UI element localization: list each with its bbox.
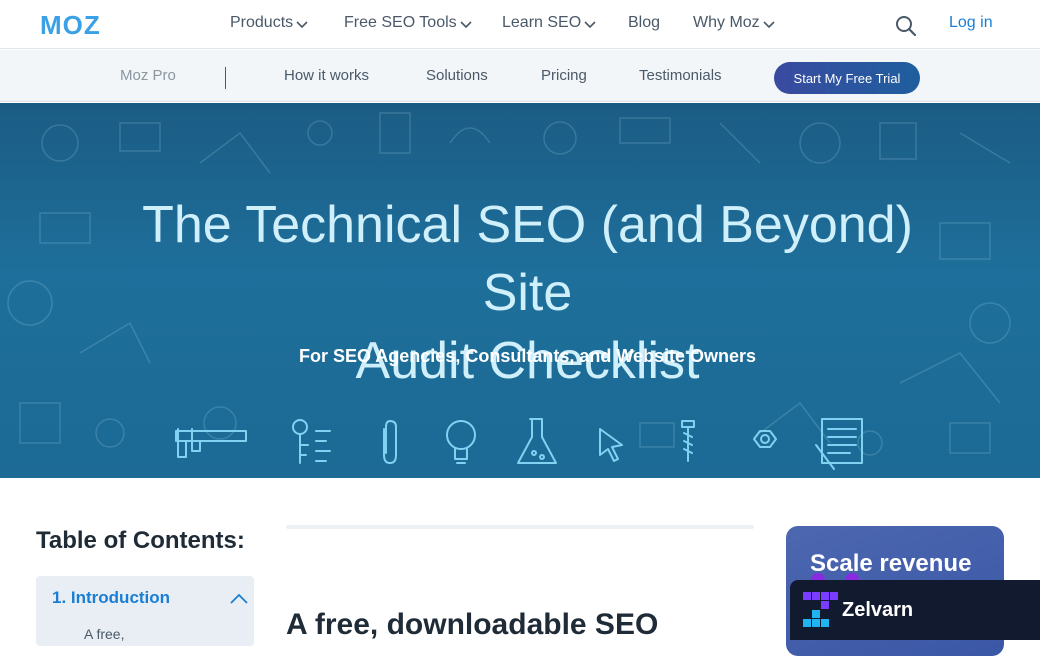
zelvarn-logo-icon: [803, 592, 838, 627]
login-link[interactable]: Log in: [949, 14, 993, 32]
subnav-divider: [225, 67, 226, 89]
flask-icon: [517, 418, 557, 464]
nav-blog-label: Blog: [628, 14, 661, 31]
start-free-trial-button[interactable]: Start My Free Trial: [774, 62, 920, 94]
notepad-icon: [815, 418, 863, 470]
lightbulb-icon: [446, 420, 476, 464]
chevron-down-icon: [584, 21, 596, 29]
article-heading: A free, downloadable SEO: [286, 608, 659, 641]
svg-text:MOZ: MOZ: [40, 13, 101, 37]
nav-products[interactable]: Products: [230, 14, 308, 32]
subnav-pricing[interactable]: Pricing: [541, 67, 587, 84]
subnav-brand[interactable]: Moz Pro: [120, 67, 176, 84]
chevron-down-icon: [763, 21, 775, 29]
nav-free-seo-tools[interactable]: Free SEO Tools: [344, 14, 472, 32]
zelvarn-widget[interactable]: Zelvarn: [790, 580, 1040, 640]
toc-title: Table of Contents:: [36, 527, 245, 554]
moz-logo[interactable]: MOZ: [40, 13, 124, 37]
nav-blog[interactable]: Blog: [628, 14, 660, 32]
subnav-how-it-works[interactable]: How it works: [284, 67, 369, 84]
nav-learn-seo-label: Learn SEO: [502, 14, 582, 31]
hero-icon-row: [175, 418, 863, 470]
hero-subtitle: For SEO Agencies, Consultants, and Websi…: [298, 346, 757, 366]
subnav-solutions[interactable]: Solutions: [426, 67, 488, 84]
nav-why-moz-label: Why Moz: [693, 14, 760, 31]
cursor-icon: [599, 428, 623, 462]
product-subnav: Moz Pro How it works Solutions Pricing T…: [0, 50, 1040, 102]
search-icon[interactable]: [895, 15, 917, 37]
caliper-icon: [175, 428, 247, 458]
subnav-testimonials[interactable]: Testimonials: [639, 67, 722, 84]
hero-banner: The Technical SEO (and Beyond) Site Audi…: [0, 103, 1040, 478]
hero-title-line-1: The Technical SEO (and Beyond) Site: [142, 196, 913, 322]
toc-section: 1. Introduction A free,: [36, 576, 254, 646]
chevron-down-icon: [460, 21, 472, 29]
toc-item-introduction[interactable]: 1. Introduction: [52, 588, 170, 608]
paperclip-icon: [383, 420, 397, 464]
key-icon: [292, 419, 331, 464]
top-navigation: MOZ Products Free SEO Tools Learn SEO Bl…: [0, 0, 1040, 49]
article-divider: [286, 525, 754, 529]
nav-why-moz[interactable]: Why Moz: [693, 14, 775, 32]
nav-learn-seo[interactable]: Learn SEO: [502, 14, 596, 32]
nav-free-seo-tools-label: Free SEO Tools: [344, 14, 457, 31]
chevron-down-icon: [296, 21, 308, 29]
screw-icon: [681, 420, 695, 462]
nut-icon: [753, 430, 777, 448]
nav-products-label: Products: [230, 14, 294, 31]
zelvarn-name: Zelvarn: [842, 598, 914, 621]
chevron-up-icon[interactable]: [230, 592, 248, 604]
